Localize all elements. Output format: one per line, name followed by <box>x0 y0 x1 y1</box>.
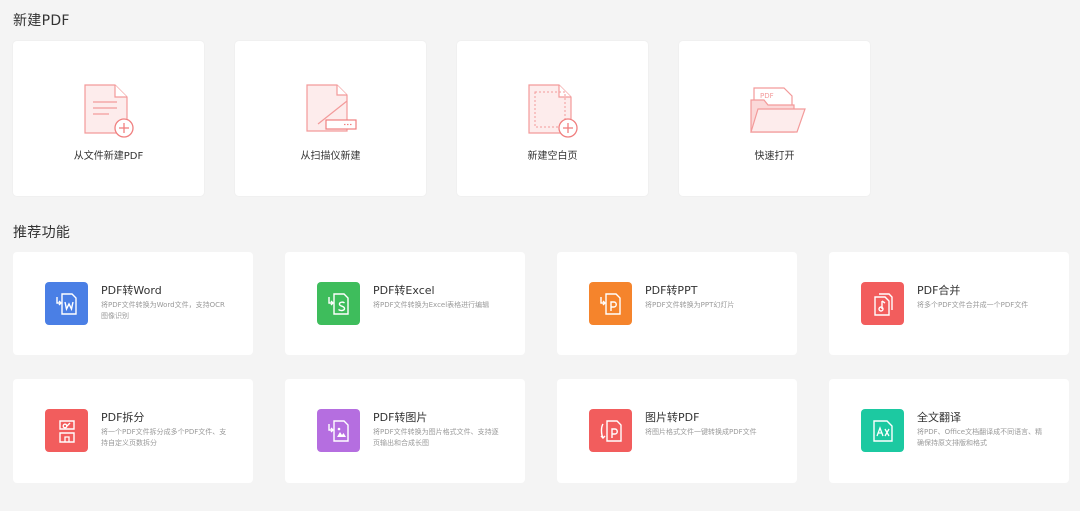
translate-icon <box>861 409 904 452</box>
feature-pdf-to-excel[interactable]: PDF转Excel 将PDF文件转换为Excel表格进行编辑 <box>285 252 525 355</box>
feature-description: 将PDF文件转换为Word文件，支持OCR图像识别 <box>101 301 225 320</box>
section-title-new-pdf: 新建PDF <box>13 13 70 29</box>
split-icon <box>45 409 88 452</box>
feature-title: PDF转图片 <box>373 411 428 424</box>
feature-pdf-merge[interactable]: PDF合并 将多个PDF文件合并成一个PDF文件 <box>829 252 1069 355</box>
feature-pdf-to-word[interactable]: PDF转Word 将PDF文件转换为Word文件，支持OCR图像识别 <box>13 252 253 355</box>
feature-description: 将PDF文件转换为图片格式文件、支持逐页输出和合成长图 <box>373 428 499 447</box>
new-blank-page-card[interactable]: 新建空白页 <box>457 41 648 196</box>
word-icon <box>45 282 88 325</box>
ppt-icon <box>589 282 632 325</box>
open-folder-icon: PDF <box>750 84 806 138</box>
new-from-file-card[interactable]: 从文件新建PDF <box>13 41 204 196</box>
feature-pdf-split[interactable]: PDF拆分 将一个PDF文件拆分成多个PDF文件、支持自定义页数拆分 <box>13 379 253 483</box>
feature-pdf-to-ppt[interactable]: PDF转PPT 将PDF文件转换为PPT幻灯片 <box>557 252 797 355</box>
feature-title: PDF合并 <box>917 284 961 297</box>
new-from-scanner-card[interactable]: 从扫描仪新建 <box>235 41 426 196</box>
new-from-file-label: 从文件新建PDF <box>73 151 144 162</box>
image-icon <box>317 409 360 452</box>
feature-description: 将多个PDF文件合并成一个PDF文件 <box>917 301 1029 309</box>
excel-icon <box>317 282 360 325</box>
feature-image-to-pdf[interactable]: 图片转PDF 将图片格式文件一键转换成PDF文件 <box>557 379 797 483</box>
section-title-recommended: 推荐功能 <box>13 225 71 241</box>
feature-description: 将一个PDF文件拆分成多个PDF文件、支持自定义页数拆分 <box>101 428 227 447</box>
feature-full-translation[interactable]: 全文翻译 将PDF、Office文档翻译成不同语言、精确保持原文排版和格式 <box>829 379 1069 483</box>
feature-grid: PDF转Word 将PDF文件转换为Word文件，支持OCR图像识别 PDF转E… <box>13 252 1069 483</box>
image-to-pdf-icon <box>589 409 632 452</box>
feature-description: 将图片格式文件一键转换成PDF文件 <box>645 428 757 436</box>
feature-title: PDF转Word <box>101 284 162 297</box>
pdf-tag-text: PDF <box>760 92 774 100</box>
feature-description: 将PDF文件转换为PPT幻灯片 <box>645 301 735 309</box>
scanner-icon <box>306 84 358 138</box>
quick-open-label: 快速打开 <box>754 151 795 162</box>
merge-icon <box>861 282 904 325</box>
blank-page-icon <box>528 84 580 138</box>
feature-description: 将PDF、Office文档翻译成不同语言、精确保持原文排版和格式 <box>917 428 1043 447</box>
feature-title: 图片转PDF <box>645 411 700 424</box>
new-from-file-icon <box>84 84 136 138</box>
feature-description: 将PDF文件转换为Excel表格进行编辑 <box>373 301 490 309</box>
feature-title: PDF拆分 <box>101 411 145 424</box>
new-blank-page-label: 新建空白页 <box>527 151 578 162</box>
feature-pdf-to-image[interactable]: PDF转图片 将PDF文件转换为图片格式文件、支持逐页输出和合成长图 <box>285 379 525 483</box>
feature-title: 全文翻译 <box>917 411 961 424</box>
feature-title: PDF转Excel <box>373 284 435 297</box>
new-from-scanner-label: 从扫描仪新建 <box>300 151 361 162</box>
feature-title: PDF转PPT <box>645 284 698 297</box>
new-pdf-cards: 从文件新建PDF 从扫描仪新建 新建空白页 PDF 快速打开 <box>13 41 870 196</box>
quick-open-card[interactable]: PDF 快速打开 <box>679 41 870 196</box>
